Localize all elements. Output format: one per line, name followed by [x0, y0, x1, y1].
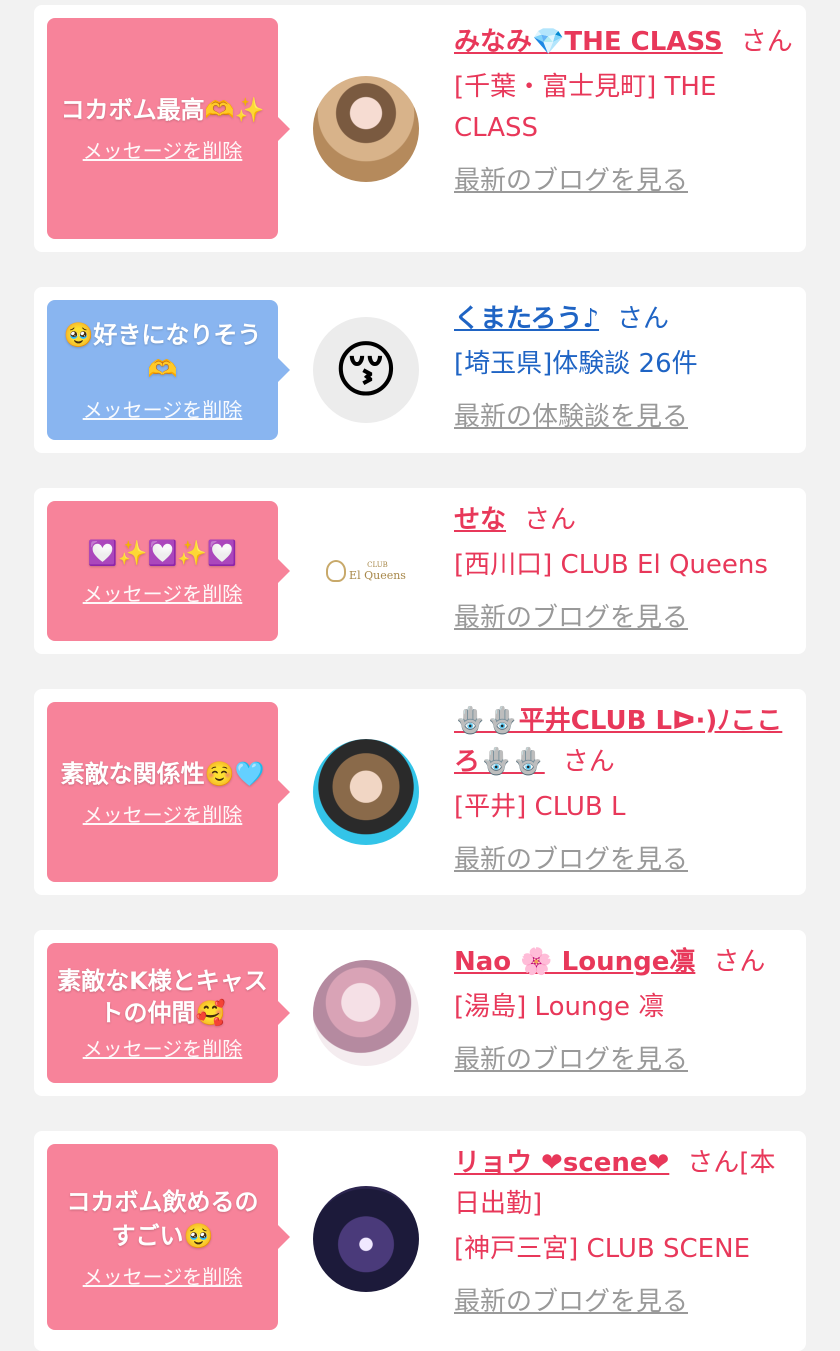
message-text: 素敵な関係性☺️🩵 — [60, 759, 265, 788]
cast-name-link[interactable]: リョウ ❤scene❤ — [454, 1148, 669, 1178]
honorific: さん — [524, 505, 577, 535]
user-detail: [埼玉県]体験談 26件 — [454, 349, 698, 379]
message-text: 💟✨💟✨💟 — [87, 538, 238, 567]
latest-blog-link[interactable]: 最新のブログを見る — [454, 598, 794, 639]
message-bubble: 🥹好きになりそう🫶 メッセージを削除 — [47, 300, 290, 440]
honorific: さん — [617, 304, 670, 334]
delete-message-link[interactable]: メッセージを削除 — [83, 135, 243, 164]
shop-detail: [千葉・富士見町] THE CLASS — [454, 72, 717, 143]
avatar[interactable] — [313, 960, 419, 1066]
shop-detail: [平井] CLUB L — [454, 792, 626, 822]
logo-small-text: CLUB — [367, 560, 388, 569]
message-text: コカボム飲めるのすごい🥹 — [66, 1187, 259, 1250]
message-card: 素敵なK様とキャストの仲間🥰 メッセージを削除 Nao 🌸 Lounge凛 さん … — [34, 930, 806, 1096]
latest-blog-link[interactable]: 最新のブログを見る — [454, 161, 794, 202]
kissing-face-icon: 😚 — [333, 333, 399, 406]
shop-detail: [西川口] CLUB El Queens — [454, 550, 768, 580]
avatar[interactable]: 😚 — [313, 317, 419, 423]
cast-name-link[interactable]: Nao 🌸 Lounge凛 — [454, 947, 695, 977]
avatar[interactable] — [313, 1186, 419, 1292]
queen-crest-icon — [326, 560, 347, 582]
delete-message-link[interactable]: メッセージを削除 — [83, 578, 243, 607]
cast-info: リョウ ❤scene❤ さん[本日出勤] [神戸三宮] CLUB SCENE 最新… — [454, 1143, 794, 1323]
cast-info: せな さん [西川口] CLUB El Queens 最新のブログを見る — [454, 500, 794, 639]
shop-logo[interactable]: CLUB El Queens — [313, 518, 419, 624]
message-text: コカボム最高🫶✨ — [60, 96, 265, 124]
user-name-link[interactable]: くまたろう♪ — [454, 304, 599, 334]
message-card: コカボム飲めるのすごい🥹 メッセージを削除 リョウ ❤scene❤ さん[本日出勤… — [34, 1131, 806, 1351]
message-card: 💟✨💟✨💟 メッセージを削除 CLUB El Queens せな さん [西川口]… — [34, 488, 806, 654]
avatar[interactable] — [313, 76, 419, 182]
cast-info: みなみ💎THE CLASS さん [千葉・富士見町] THE CLASS 最新のブ… — [454, 22, 794, 202]
latest-review-link[interactable]: 最新の体験談を見る — [454, 397, 794, 438]
message-bubble: コカボム飲めるのすごい🥹 メッセージを削除 — [47, 1144, 290, 1330]
delete-message-link[interactable]: メッセージを削除 — [83, 1033, 243, 1062]
delete-message-link[interactable]: メッセージを削除 — [83, 1261, 243, 1290]
cast-info: 🪬🪬平井CLUB Lᐅ·)ﾉこころ🪬🪬 さん [平井] CLUB L 最新のブログ… — [454, 701, 794, 881]
cast-name-link[interactable]: みなみ💎THE CLASS — [454, 27, 723, 57]
shop-detail: [神戸三宮] CLUB SCENE — [454, 1234, 750, 1264]
message-text: 素敵なK様とキャストの仲間🥰 — [57, 966, 268, 1027]
delete-message-link[interactable]: メッセージを削除 — [83, 394, 243, 423]
delete-message-link[interactable]: メッセージを削除 — [83, 799, 243, 828]
shop-detail: [湯島] Lounge 凛 — [454, 992, 665, 1022]
message-bubble: コカボム最高🫶✨ メッセージを削除 — [47, 18, 290, 239]
message-bubble: 💟✨💟✨💟 メッセージを削除 — [47, 501, 290, 641]
message-bubble: 素敵なK様とキャストの仲間🥰 メッセージを削除 — [47, 943, 290, 1083]
avatar[interactable] — [313, 739, 419, 845]
message-card: 素敵な関係性☺️🩵 メッセージを削除 🪬🪬平井CLUB Lᐅ·)ﾉこころ🪬🪬 さん… — [34, 689, 806, 895]
honorific: さん — [740, 27, 793, 57]
honorific: さん — [562, 747, 615, 777]
message-bubble: 素敵な関係性☺️🩵 メッセージを削除 — [47, 702, 290, 882]
user-info: くまたろう♪ さん [埼玉県]体験談 26件 最新の体験談を見る — [454, 299, 794, 438]
latest-blog-link[interactable]: 最新のブログを見る — [454, 1040, 794, 1081]
cast-name-link[interactable]: せな — [454, 505, 506, 535]
honorific: さん — [713, 947, 766, 977]
cast-info: Nao 🌸 Lounge凛 さん [湯島] Lounge 凛 最新のブログを見る — [454, 942, 794, 1081]
latest-blog-link[interactable]: 最新のブログを見る — [454, 1282, 794, 1323]
latest-blog-link[interactable]: 最新のブログを見る — [454, 840, 794, 881]
message-card: コカボム最高🫶✨ メッセージを削除 みなみ💎THE CLASS さん [千葉・富士… — [34, 5, 806, 252]
cast-name-link[interactable]: 🪬🪬平井CLUB Lᐅ·)ﾉこころ🪬🪬 — [454, 706, 782, 777]
message-card: 🥹好きになりそう🫶 メッセージを削除 😚 くまたろう♪ さん [埼玉県]体験談 2… — [34, 287, 806, 453]
logo-text: El Queens — [349, 568, 406, 582]
message-text: 🥹好きになりそう🫶 — [63, 320, 262, 383]
